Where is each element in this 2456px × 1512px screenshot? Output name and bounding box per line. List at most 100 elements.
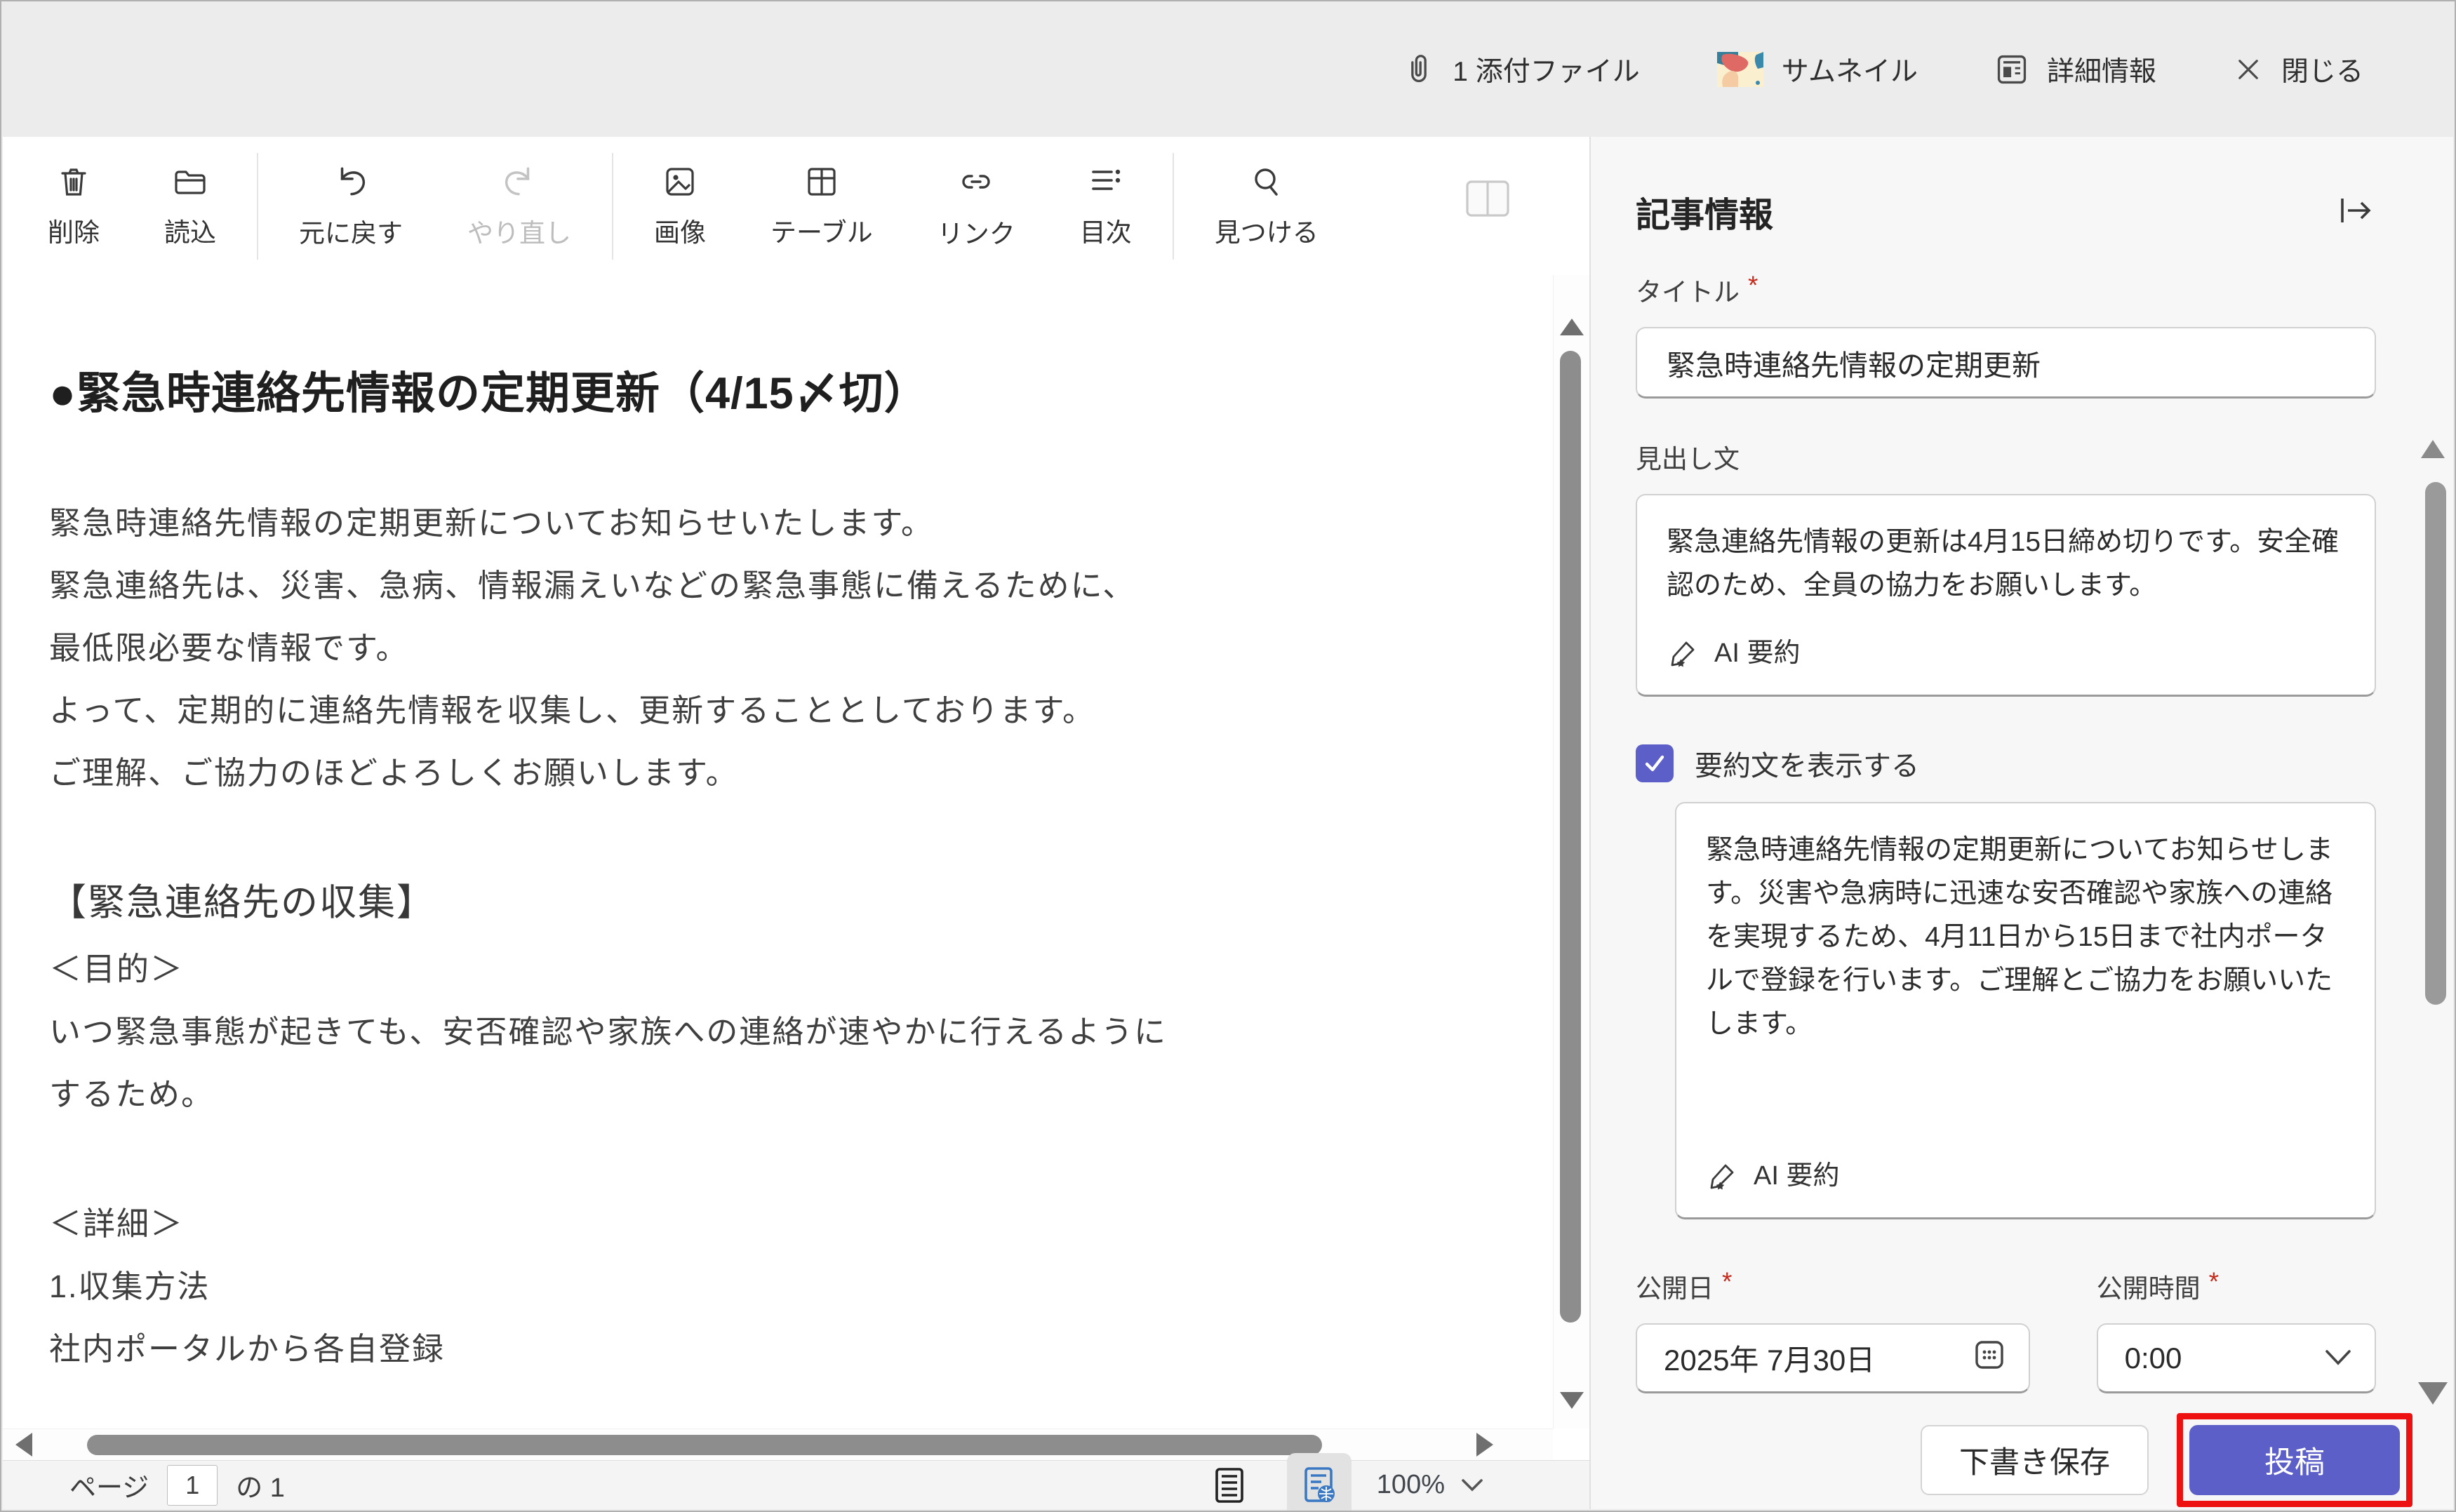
publish-date-value: 2025年 7月30日 xyxy=(1664,1337,1875,1379)
link-label: リンク xyxy=(937,213,1015,250)
chevron-down-icon xyxy=(2323,1342,2354,1375)
document-vertical-scrollbar[interactable] xyxy=(1553,275,1589,1429)
document-paragraph: 社内ポータルから各自登録 xyxy=(49,1318,1525,1380)
toc-label: 目次 xyxy=(1080,211,1132,249)
post-button[interactable]: 投稿 xyxy=(2189,1425,2400,1495)
delete-button[interactable]: 削除 xyxy=(15,163,132,249)
link-button[interactable]: リンク xyxy=(905,162,1048,250)
redo-label: やり直し xyxy=(467,212,571,250)
panel-footer: 下書き保存 投稿 xyxy=(1591,1429,2453,1509)
document-paragraph: 最低限必要な情報です。 xyxy=(49,617,1525,679)
find-button[interactable]: 見つける xyxy=(1182,163,1351,249)
document-section-heading: 【緊急連絡先の収集】 xyxy=(49,871,1525,934)
thumbnail-image-icon xyxy=(1717,52,1763,87)
document-paragraph: いつ緊急事態が起きても、安否確認や家族への連絡が速やかに行えるように xyxy=(49,1001,1525,1063)
checkbox-checked-icon[interactable] xyxy=(1636,744,1674,782)
scroll-up-arrow-icon[interactable] xyxy=(1560,319,1584,335)
details-button[interactable]: 詳細情報 xyxy=(1995,50,2156,89)
document-paragraph: よって、定期的に連絡先情報を収集し、更新することとしております。 xyxy=(49,679,1525,742)
document-view-icon xyxy=(1211,1465,1248,1506)
panel-title: 記事情報 xyxy=(1636,187,1773,237)
split-pane-button[interactable] xyxy=(1463,178,1512,223)
publish-time-select[interactable]: 0:00 xyxy=(2097,1323,2376,1393)
trash-icon xyxy=(55,163,92,200)
document-paragraph: 緊急連絡先は、災害、急病、情報漏えいなどの緊急事態に備えるために、 xyxy=(49,554,1525,617)
save-draft-button[interactable]: 下書き保存 xyxy=(1921,1425,2149,1495)
zoom-control[interactable]: 100% xyxy=(1377,1470,1484,1500)
document-canvas[interactable]: ●緊急時連絡先情報の定期更新（4/15〆切） 緊急時連絡先情報の定期更新について… xyxy=(3,275,1553,1429)
image-button[interactable]: 画像 xyxy=(622,163,738,249)
page-count-label: の 1 xyxy=(236,1466,285,1504)
reading-view-button[interactable] xyxy=(1197,1453,1262,1512)
page-label: ページ xyxy=(69,1466,149,1504)
required-asterisk: * xyxy=(1722,1267,1732,1305)
collapse-panel-icon[interactable] xyxy=(2335,193,2376,232)
redo-button[interactable]: やり直し xyxy=(435,163,603,250)
datepicker-icon[interactable] xyxy=(1971,1337,2008,1380)
main-area: 削除 読込 元に戻す xyxy=(3,137,2453,1509)
headline-field-label: 見出し文 xyxy=(1636,438,1740,476)
show-summary-checkbox-row[interactable]: 要約文を表示する xyxy=(1636,743,2376,784)
close-button[interactable]: 閉じる xyxy=(2234,50,2363,89)
attachments-label: 1 添付ファイル xyxy=(1453,50,1640,89)
redo-icon xyxy=(500,163,538,201)
document-paragraph: ご理解、ご協力のほどよろしくお願いします。 xyxy=(49,742,1525,804)
status-bar: ページ の 1 100% xyxy=(3,1460,1589,1509)
scroll-left-arrow-icon[interactable] xyxy=(15,1433,32,1457)
title-field-label: タイトル xyxy=(1636,271,1740,309)
zoom-value: 100% xyxy=(1377,1470,1445,1500)
headline-textarea[interactable]: 緊急連絡先情報の更新は4月15日締め切りです。安全確認のため、全員の協力をお願い… xyxy=(1636,494,2376,697)
publish-time-value: 0:00 xyxy=(2125,1342,2182,1375)
headline-text: 緊急連絡先情報の更新は4月15日締め切りです。安全確認のため、全員の協力をお願い… xyxy=(1667,527,2339,601)
undo-button[interactable]: 元に戻す xyxy=(267,163,435,250)
summary-text: 緊急時連絡先情報の定期更新についてお知らせします。災害や急病時に迅速な安否確認や… xyxy=(1706,835,2333,1039)
search-icon xyxy=(1248,163,1285,200)
ai-summary-button[interactable]: AI 要約 xyxy=(1667,631,2345,675)
toc-icon xyxy=(1088,163,1124,200)
publish-date-input[interactable]: 2025年 7月30日 xyxy=(1636,1323,2030,1393)
ai-summary-label: AI 要約 xyxy=(1714,631,1800,675)
toolbar-separator xyxy=(612,153,613,260)
document-title: ●緊急時連絡先情報の定期更新（4/15〆切） xyxy=(49,358,1525,422)
load-label: 読込 xyxy=(164,211,216,249)
required-asterisk: * xyxy=(1748,271,1758,309)
chevron-down-icon xyxy=(1460,1477,1484,1494)
editor-toolbar: 削除 読込 元に戻す xyxy=(3,137,1589,275)
ai-summary-button[interactable]: AI 要約 xyxy=(1706,1154,2345,1198)
page-number-input[interactable] xyxy=(167,1465,218,1506)
summary-textarea[interactable]: 緊急時連絡先情報の定期更新についてお知らせします。災害や急病時に迅速な安否確認や… xyxy=(1675,802,2376,1219)
web-view-button[interactable] xyxy=(1287,1453,1352,1512)
ai-pen-icon xyxy=(1706,1160,1738,1192)
document-subheading: ＜目的＞ xyxy=(49,938,1525,1001)
article-info-content: 記事情報 タイトル * 緊急時連絡先情報の定期更新 見出し文 緊急連絡先情報の更… xyxy=(1591,137,2453,1429)
scroll-down-arrow-icon[interactable] xyxy=(1560,1392,1584,1409)
undo-icon xyxy=(332,163,370,201)
toolbar-separator xyxy=(1173,153,1174,260)
find-label: 見つける xyxy=(1215,211,1319,249)
title-input[interactable]: 緊急時連絡先情報の定期更新 xyxy=(1636,327,2376,399)
article-info-panel: 記事情報 タイトル * 緊急時連絡先情報の定期更新 見出し文 緊急連絡先情報の更… xyxy=(1589,137,2453,1509)
panel-scroll-down-arrow-icon[interactable] xyxy=(2418,1382,2448,1405)
load-button[interactable]: 読込 xyxy=(132,163,248,249)
toolbar-separator xyxy=(257,153,258,260)
vertical-scrollbar-thumb[interactable] xyxy=(1560,351,1581,1323)
thumbnail-button[interactable]: サムネイル xyxy=(1717,50,1918,89)
table-button[interactable]: テーブル xyxy=(738,163,905,249)
panel-scrollbar-thumb[interactable] xyxy=(2425,482,2446,1005)
highlight-annotation-box: 投稿 xyxy=(2177,1413,2412,1507)
horizontal-scrollbar-thumb[interactable] xyxy=(87,1435,1322,1455)
toc-button[interactable]: 目次 xyxy=(1048,163,1164,249)
image-label: 画像 xyxy=(654,211,706,249)
close-label: 閉じる xyxy=(2281,50,2363,89)
show-summary-label: 要約文を表示する xyxy=(1695,743,1919,784)
title-bar: 1 添付ファイル サムネイル 詳細情報 xyxy=(1,1,2455,137)
panel-scroll-up-arrow-icon[interactable] xyxy=(2421,440,2445,458)
close-icon xyxy=(2234,55,2263,84)
attachments-button[interactable]: 1 添付ファイル xyxy=(1403,50,1640,89)
publish-date-label: 公開日 xyxy=(1636,1267,1714,1305)
ai-summary-label: AI 要約 xyxy=(1754,1154,1839,1198)
document-paragraph: 緊急時連絡先情報の定期更新についてお知らせいたします。 xyxy=(49,492,1525,554)
split-pane-icon xyxy=(1463,178,1512,220)
editor-window: 1 添付ファイル サムネイル 詳細情報 xyxy=(0,0,2456,1512)
details-label: 詳細情報 xyxy=(2047,50,2156,89)
